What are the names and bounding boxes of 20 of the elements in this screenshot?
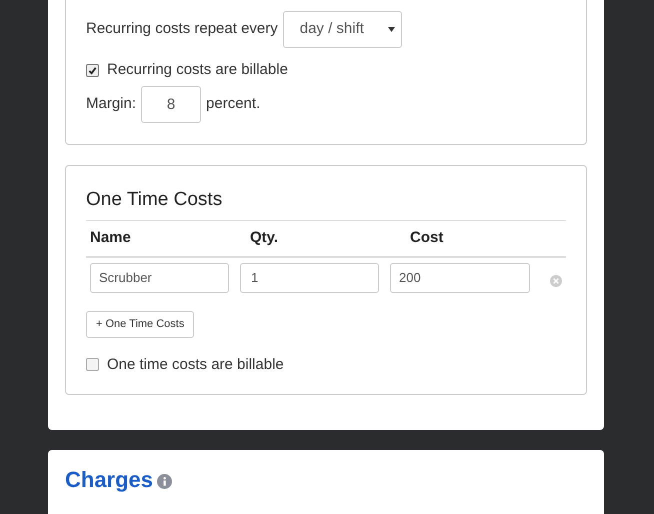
section-title: One Time Costs (86, 186, 566, 221)
repeat-select[interactable]: day / shift (282, 11, 402, 48)
charges-title: Charges (65, 466, 154, 494)
margin-field[interactable]: 8 (141, 86, 202, 122)
cost-field[interactable]: 200 (390, 262, 530, 292)
margin-suffix: percent. (206, 94, 260, 114)
qty-field[interactable]: 1 (240, 262, 379, 292)
margin-label: Margin: (86, 94, 136, 114)
column-header: Cost (410, 228, 444, 248)
info-icon[interactable] (157, 474, 172, 488)
checkbox[interactable] (86, 64, 99, 77)
add-one-time-cost-button[interactable]: + One Time Costs (86, 310, 194, 338)
column-header: Name (90, 228, 132, 248)
billable-label: One time costs are billable (107, 354, 284, 374)
caret-icon (388, 27, 395, 32)
name-field[interactable]: Scrubber (90, 262, 229, 292)
billable-label: Recurring costs are billable (107, 60, 288, 80)
repeat-label: Recurring costs repeat every (86, 19, 278, 40)
column-header: Qty. (250, 228, 280, 248)
checkbox[interactable] (86, 358, 99, 372)
